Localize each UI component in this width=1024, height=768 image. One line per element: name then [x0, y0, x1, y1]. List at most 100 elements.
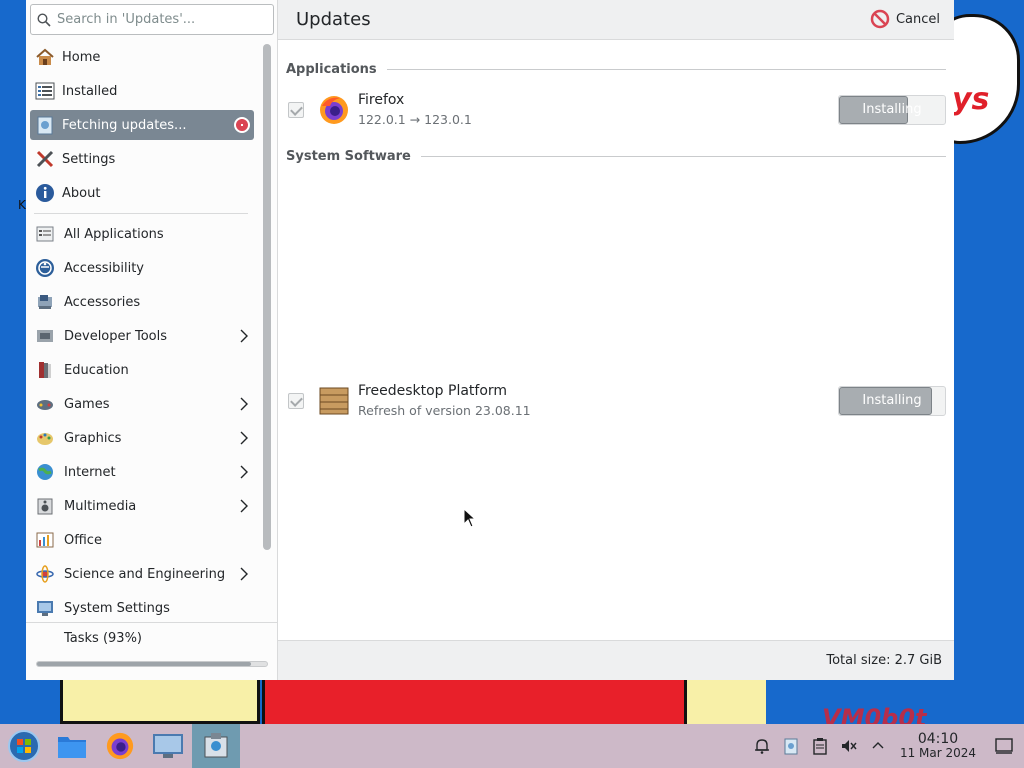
sidebar-item-multimedia[interactable]: Multimedia	[26, 489, 258, 523]
updates-tray-item[interactable]	[776, 724, 805, 768]
update-checkbox[interactable]	[288, 393, 304, 409]
taskbar-system-settings[interactable]	[144, 724, 192, 768]
sidebar-item-all-applications[interactable]: All Applications	[26, 217, 258, 251]
sidebar-item-updates[interactable]: Fetching updates...	[30, 110, 254, 140]
tasks-panel[interactable]: Tasks (93%)	[26, 622, 278, 680]
update-notifier-icon	[784, 738, 797, 755]
discover-window: Home Installed Fetching updates... Set	[26, 0, 954, 680]
digital-clock[interactable]: 04:10 11 Mar 2024	[892, 732, 984, 760]
update-checkbox[interactable]	[288, 102, 304, 118]
update-version: 122.0.1 → 123.0.1	[358, 112, 472, 127]
total-size: Total size: 2.7 GiB	[826, 653, 942, 668]
clipboard-tray-item[interactable]	[805, 724, 834, 768]
package-box-icon	[318, 385, 350, 417]
clipboard-icon	[812, 738, 827, 755]
update-app-name: Firefox	[358, 92, 405, 108]
wallpaper-shape	[684, 680, 766, 724]
sidebar-item-label: Office	[64, 532, 102, 548]
tray-expander[interactable]	[863, 724, 892, 768]
taskbar-discover[interactable]	[192, 724, 240, 768]
search-input[interactable]	[57, 12, 267, 27]
accessories-icon	[34, 291, 56, 313]
developer-tools-icon	[34, 325, 56, 347]
sidebar-item-installed[interactable]: Installed	[26, 74, 258, 108]
firefox-icon	[106, 732, 134, 760]
chevron-right-icon	[240, 431, 248, 445]
system-settings-icon	[153, 734, 183, 758]
tasks-progress-bar	[36, 661, 268, 667]
update-badge-icon	[234, 117, 250, 133]
all-apps-icon	[34, 223, 56, 245]
sidebar-item-label: Multimedia	[64, 498, 137, 514]
cancel-button[interactable]: Cancel	[870, 9, 940, 29]
install-status-label: Installing	[862, 393, 922, 408]
section-title: Applications	[286, 62, 377, 77]
taskbar-file-manager[interactable]	[48, 724, 96, 768]
page-title: Updates	[296, 9, 371, 30]
updates-icon	[34, 114, 56, 136]
installing-button[interactable]: Installing	[838, 386, 946, 416]
sidebar-item-education[interactable]: Education	[26, 353, 258, 387]
internet-icon	[34, 461, 56, 483]
games-icon	[34, 393, 56, 415]
update-row-freedesktop-platform[interactable]: Freedesktop Platform Refresh of version …	[278, 381, 954, 421]
taskbar-firefox[interactable]	[96, 724, 144, 768]
sidebar-item-accessibility[interactable]: Accessibility	[26, 251, 258, 285]
sidebar-item-about[interactable]: About	[26, 176, 258, 210]
tasks-progress-fill	[37, 662, 251, 666]
sidebar-item-settings[interactable]: Settings	[26, 142, 258, 176]
installed-list-icon	[34, 80, 56, 102]
firefox-icon	[318, 94, 350, 126]
sidebar-item-system-settings[interactable]: System Settings	[26, 591, 258, 625]
cancel-label: Cancel	[895, 11, 940, 27]
sidebar-item-label: Installed	[62, 83, 118, 99]
sidebar-item-label: Graphics	[64, 430, 122, 446]
sidebar-item-label: Settings	[62, 151, 116, 167]
wallpaper-tag: VM0b0t	[822, 704, 927, 724]
discover-icon	[204, 733, 228, 758]
sidebar-item-home[interactable]: Home	[26, 40, 258, 74]
sidebar-item-label: Science and Engineering	[64, 566, 226, 582]
sidebar-nav: Home Installed Fetching updates... Setti…	[26, 40, 258, 625]
update-version: Refresh of version 23.08.11	[358, 403, 531, 418]
sidebar-item-science-and-engineering[interactable]: Science and Engineering	[26, 557, 258, 591]
show-desktop-button[interactable]	[984, 724, 1024, 768]
chevron-right-icon	[240, 499, 248, 513]
info-icon	[34, 182, 56, 204]
sidebar-item-label: Fetching updates...	[62, 117, 187, 133]
sidebar-item-developer-tools[interactable]: Developer Tools	[26, 319, 258, 353]
search-icon	[31, 12, 57, 27]
section-divider	[420, 156, 946, 157]
sidebar-item-label: Internet	[64, 464, 116, 480]
installing-button[interactable]: Installing	[838, 95, 946, 125]
sidebar-item-label: Accessibility	[64, 260, 144, 276]
search-box[interactable]	[30, 4, 274, 35]
volume-tray-item[interactable]	[834, 724, 863, 768]
sidebar-item-graphics[interactable]: Graphics	[26, 421, 258, 455]
sidebar-item-accessories[interactable]: Accessories	[26, 285, 258, 319]
wallpaper-text: ys	[952, 82, 990, 117]
office-icon	[34, 529, 56, 551]
chevron-right-icon	[240, 397, 248, 411]
clock-date: 11 Mar 2024	[899, 746, 977, 760]
start-menu-button[interactable]	[0, 724, 48, 768]
science-icon	[34, 563, 56, 585]
folder-icon	[58, 737, 86, 758]
show-desktop-icon	[995, 738, 1013, 754]
sidebar-divider	[34, 213, 248, 214]
page-header: Updates Cancel	[278, 0, 954, 40]
section-header-system-software: System Software	[286, 149, 946, 164]
mouse-cursor-icon	[463, 508, 477, 528]
chevron-up-icon	[872, 742, 883, 749]
volume-muted-icon	[841, 740, 857, 752]
sidebar-item-label: Home	[62, 49, 101, 65]
sidebar-item-games[interactable]: Games	[26, 387, 258, 421]
sidebar-item-label: Education	[64, 362, 129, 378]
section-title: System Software	[286, 149, 411, 164]
update-row-firefox[interactable]: Firefox 122.0.1 → 123.0.1 Installing	[278, 90, 954, 130]
sidebar-item-office[interactable]: Office	[26, 523, 258, 557]
notifications-tray-item[interactable]	[747, 724, 776, 768]
wallpaper-shape	[60, 680, 260, 724]
sidebar-scrollbar[interactable]	[263, 44, 271, 550]
sidebar-item-internet[interactable]: Internet	[26, 455, 258, 489]
